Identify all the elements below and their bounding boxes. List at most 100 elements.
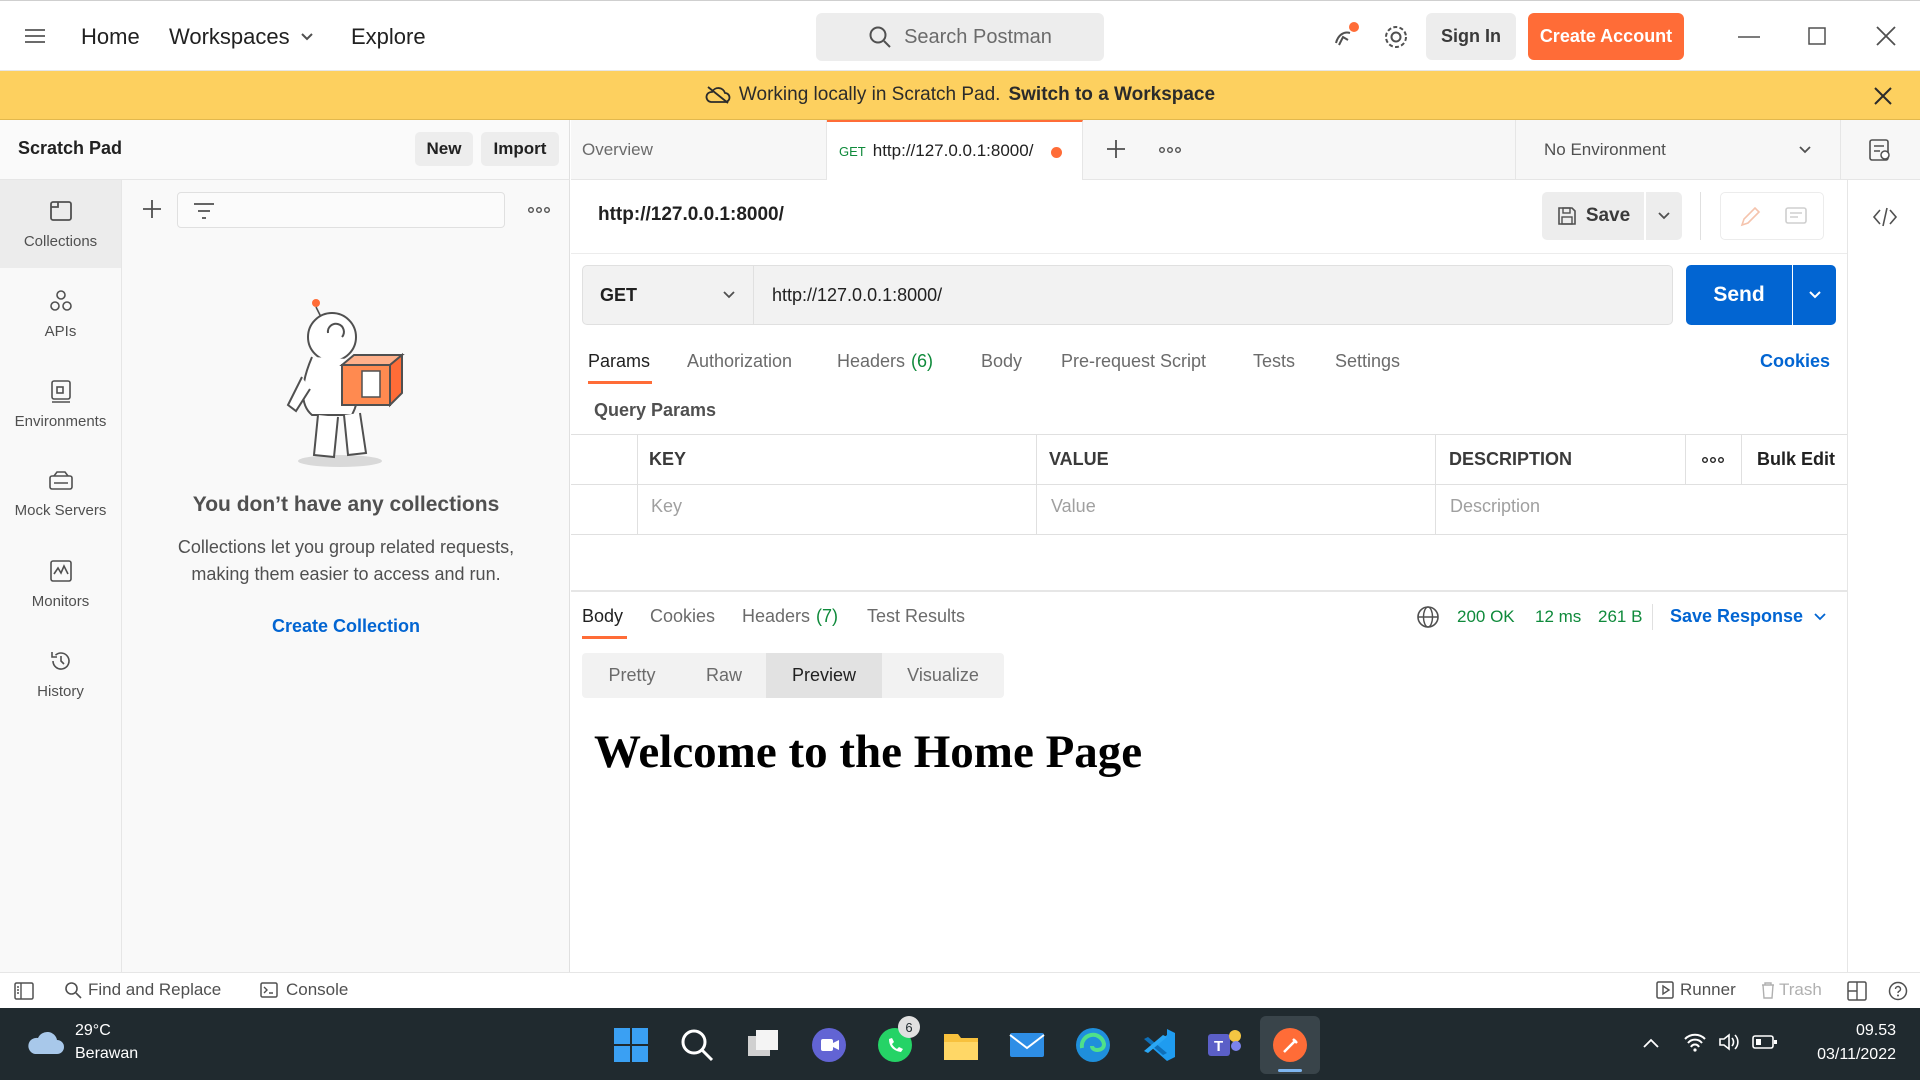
sidebar-item-label: History <box>37 682 84 700</box>
taskbar-search-icon[interactable] <box>678 1026 716 1064</box>
headers-count: (6) <box>911 351 934 371</box>
view-raw[interactable]: Raw <box>682 653 766 698</box>
row-divider <box>571 484 1847 485</box>
table-more-icon[interactable] <box>1702 456 1724 464</box>
environment-quick-look[interactable] <box>1840 120 1920 180</box>
tab-active-request[interactable]: GET http://127.0.0.1:8000/ <box>827 120 1083 180</box>
nav-home[interactable]: Home <box>81 24 140 50</box>
whatsapp-icon[interactable]: 6 <box>876 1016 920 1064</box>
search-icon <box>64 981 82 999</box>
volume-icon[interactable] <box>1718 1032 1740 1052</box>
tab-settings[interactable]: Settings <box>1335 351 1400 372</box>
sidebar-item-monitors[interactable]: Monitors <box>0 540 121 628</box>
response-divider[interactable] <box>571 590 1847 592</box>
maximize-icon[interactable] <box>1808 27 1826 45</box>
response-tab-headers[interactable]: Headers (7) <box>742 606 838 627</box>
edge-browser-icon[interactable] <box>1074 1026 1112 1064</box>
task-view-icon[interactable] <box>744 1026 782 1064</box>
tab-authorization[interactable]: Authorization <box>687 351 792 372</box>
sign-in-button[interactable]: Sign In <box>1426 13 1516 60</box>
wifi-icon[interactable] <box>1683 1032 1707 1052</box>
key-input[interactable]: Key <box>651 496 682 517</box>
bulk-edit-button[interactable]: Bulk Edit <box>1757 449 1835 470</box>
response-status[interactable]: 200 OK <box>1457 607 1515 627</box>
postman-taskbar-active[interactable] <box>1260 1016 1320 1074</box>
save-options-button[interactable] <box>1646 192 1682 240</box>
clock-time[interactable]: 09.53 <box>1798 1022 1896 1040</box>
menu-icon[interactable] <box>24 27 46 45</box>
response-tab-test-results[interactable]: Test Results <box>867 606 965 627</box>
import-button[interactable]: Import <box>481 132 559 166</box>
help-icon[interactable] <box>1888 981 1908 1001</box>
add-collection-icon[interactable] <box>142 199 162 219</box>
show-hidden-icons-icon[interactable] <box>1642 1037 1660 1049</box>
view-pretty[interactable]: Pretty <box>582 653 682 698</box>
new-button[interactable]: New <box>415 132 473 166</box>
response-time[interactable]: 12 ms <box>1535 607 1581 627</box>
save-response-button[interactable]: Save Response <box>1670 606 1827 627</box>
create-account-button[interactable]: Create Account <box>1528 13 1684 60</box>
value-input[interactable]: Value <box>1051 496 1096 517</box>
settings-gear-icon[interactable] <box>1382 23 1410 51</box>
file-explorer-icon[interactable] <box>942 1026 980 1064</box>
console-icon <box>260 982 278 998</box>
weather-cloud-icon[interactable] <box>26 1028 66 1058</box>
environment-selector[interactable]: No Environment <box>1515 120 1840 180</box>
code-icon[interactable] <box>1872 207 1898 227</box>
new-tab-icon[interactable] <box>1106 139 1126 159</box>
comments-icon[interactable] <box>1785 207 1807 227</box>
tab-pre-request-script[interactable]: Pre-request Script <box>1061 351 1206 372</box>
sidebar-item-history[interactable]: History <box>0 630 121 718</box>
battery-icon[interactable] <box>1752 1034 1778 1050</box>
banner-close-icon[interactable] <box>1874 87 1892 105</box>
sync-status-icon[interactable] <box>1330 21 1360 51</box>
sidebar-item-apis[interactable]: APIs <box>0 270 121 358</box>
search-input[interactable]: Search Postman <box>816 13 1104 61</box>
response-tab-cookies[interactable]: Cookies <box>650 606 715 627</box>
send-options-button[interactable] <box>1793 265 1836 325</box>
runner-button[interactable]: Runner <box>1656 980 1736 1000</box>
tab-body[interactable]: Body <box>981 351 1022 372</box>
teams-icon[interactable]: T <box>1206 1026 1244 1064</box>
console-button[interactable]: Console <box>260 980 348 1000</box>
tab-overview[interactable]: Overview <box>571 120 827 180</box>
collections-filter-input[interactable] <box>177 192 505 228</box>
active-tab-underline <box>588 381 652 384</box>
cookies-link[interactable]: Cookies <box>1760 351 1830 372</box>
teams-chat-icon[interactable] <box>810 1026 848 1064</box>
nav-workspaces[interactable]: Workspaces <box>169 24 314 50</box>
nav-explore[interactable]: Explore <box>351 24 426 50</box>
sidebar-item-environments[interactable]: Environments <box>0 360 121 448</box>
clock-date[interactable]: 03/11/2022 <box>1798 1046 1896 1064</box>
find-replace-button[interactable]: Find and Replace <box>64 980 221 1000</box>
url-input[interactable]: http://127.0.0.1:8000/ <box>754 265 1673 325</box>
response-tab-body[interactable]: Body <box>582 606 623 627</box>
tab-headers[interactable]: Headers (6) <box>837 351 933 372</box>
send-button[interactable]: Send <box>1686 265 1792 325</box>
sidebar-item-collections[interactable]: Collections <box>0 180 121 268</box>
switch-workspace-link[interactable]: Switch to a Workspace <box>1008 84 1215 106</box>
two-pane-icon[interactable] <box>1847 981 1867 1001</box>
tab-tests[interactable]: Tests <box>1253 351 1295 372</box>
minimize-icon[interactable] <box>1738 35 1760 39</box>
tab-more-icon[interactable] <box>1159 146 1181 154</box>
toggle-sidebar-icon[interactable] <box>14 982 34 1000</box>
response-size[interactable]: 261 B <box>1598 607 1642 627</box>
view-visualize[interactable]: Visualize <box>882 653 1004 698</box>
trash-button[interactable]: Trash <box>1760 980 1822 1000</box>
description-input[interactable]: Description <box>1450 496 1540 517</box>
globe-icon[interactable] <box>1416 605 1440 629</box>
windows-start-icon[interactable] <box>612 1026 650 1064</box>
save-button[interactable]: Save <box>1542 192 1644 240</box>
mail-icon[interactable] <box>1008 1026 1046 1064</box>
view-preview[interactable]: Preview <box>766 653 882 698</box>
create-collection-link[interactable]: Create Collection <box>122 616 570 637</box>
close-window-icon[interactable] <box>1876 26 1896 46</box>
tab-params[interactable]: Params <box>588 351 650 372</box>
more-options-icon[interactable] <box>528 206 550 214</box>
whatsapp-badge: 6 <box>898 1016 920 1038</box>
edit-pencil-icon[interactable] <box>1739 206 1761 228</box>
sidebar-item-mock-servers[interactable]: Mock Servers <box>0 450 121 538</box>
method-select[interactable]: GET <box>582 265 754 325</box>
vscode-icon[interactable] <box>1140 1026 1178 1064</box>
